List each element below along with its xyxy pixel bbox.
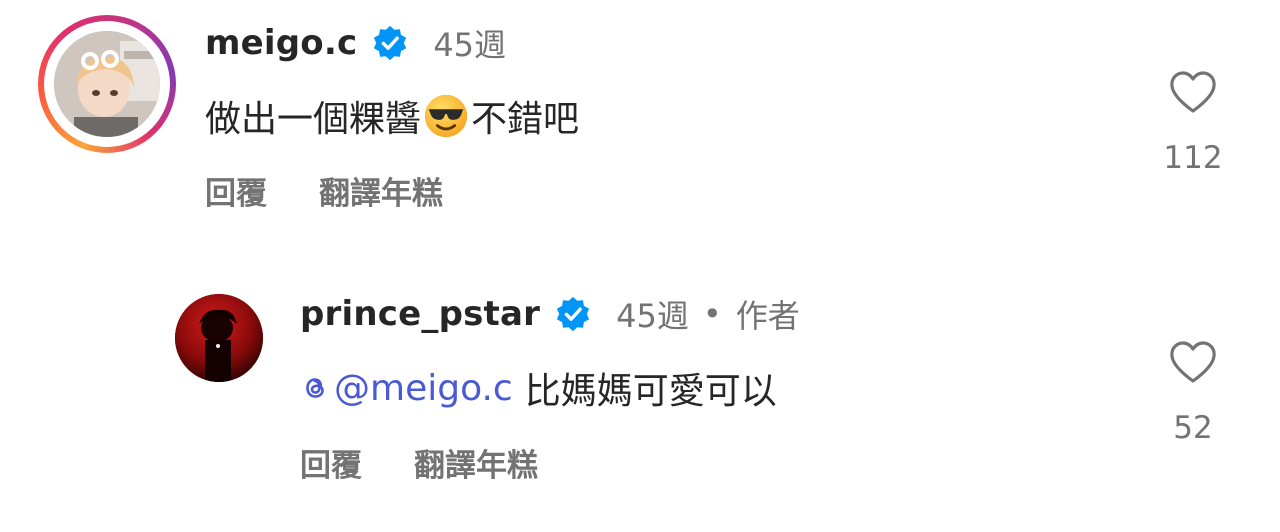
avatar [54, 31, 160, 137]
meta-separator: • [702, 295, 722, 333]
heart-icon[interactable] [1169, 70, 1217, 114]
timestamp: 45週 [433, 26, 507, 64]
smiling-face-with-sunglasses-icon [424, 94, 468, 138]
comment-text-after: 不錯吧 [471, 99, 580, 140]
comment-text-body: 比媽媽可愛可以 [524, 371, 777, 412]
verified-badge-icon [374, 25, 407, 61]
avatar-photo-image [54, 31, 160, 137]
like-count: 112 [1163, 140, 1223, 176]
avatar[interactable] [175, 294, 263, 382]
heart-icon[interactable] [1169, 340, 1217, 384]
mention-link[interactable]: @meigo.c [300, 368, 513, 409]
like-section: 52 [1163, 340, 1223, 446]
comment-text-before: 做出一個粿醬 [205, 99, 422, 140]
threads-icon [306, 378, 324, 398]
verified-badge-icon [556, 296, 590, 332]
comment-text: @meigo.c 比媽媽可愛可以 [300, 364, 777, 412]
like-count: 52 [1173, 410, 1213, 446]
comment-actions: 回覆 翻譯年糕 [300, 440, 538, 485]
comment-actions: 回覆 翻譯年糕 [205, 168, 443, 213]
translate-button[interactable]: 翻譯年糕 [319, 168, 443, 213]
translate-button[interactable]: 翻譯年糕 [414, 440, 538, 485]
avatar-story-ring[interactable] [38, 15, 176, 153]
reply-button[interactable]: 回覆 [300, 440, 362, 485]
like-section: 112 [1163, 70, 1223, 176]
author-tag: 作者 [735, 297, 800, 335]
comment-header: prince_pstar 45週 • 作者 [300, 291, 800, 337]
comment-text: 做出一個粿醬 不錯吧 [205, 92, 579, 140]
reply-button[interactable]: 回覆 [205, 168, 267, 213]
reply-comment-item: prince_pstar 45週 • 作者 @meigo.c 比媽媽可愛可以 回… [0, 270, 1280, 532]
username[interactable]: prince_pstar [300, 294, 540, 334]
avatar-photo-image [175, 294, 263, 382]
timestamp: 45週 [616, 297, 689, 335]
comment-item: meigo.c 45週 做出一個粿醬 不錯吧 回覆 翻譯年糕 112 [0, 0, 1280, 240]
mention-text: @meigo.c [334, 367, 513, 409]
username[interactable]: meigo.c [205, 23, 357, 63]
comment-header: meigo.c 45週 [205, 20, 506, 66]
